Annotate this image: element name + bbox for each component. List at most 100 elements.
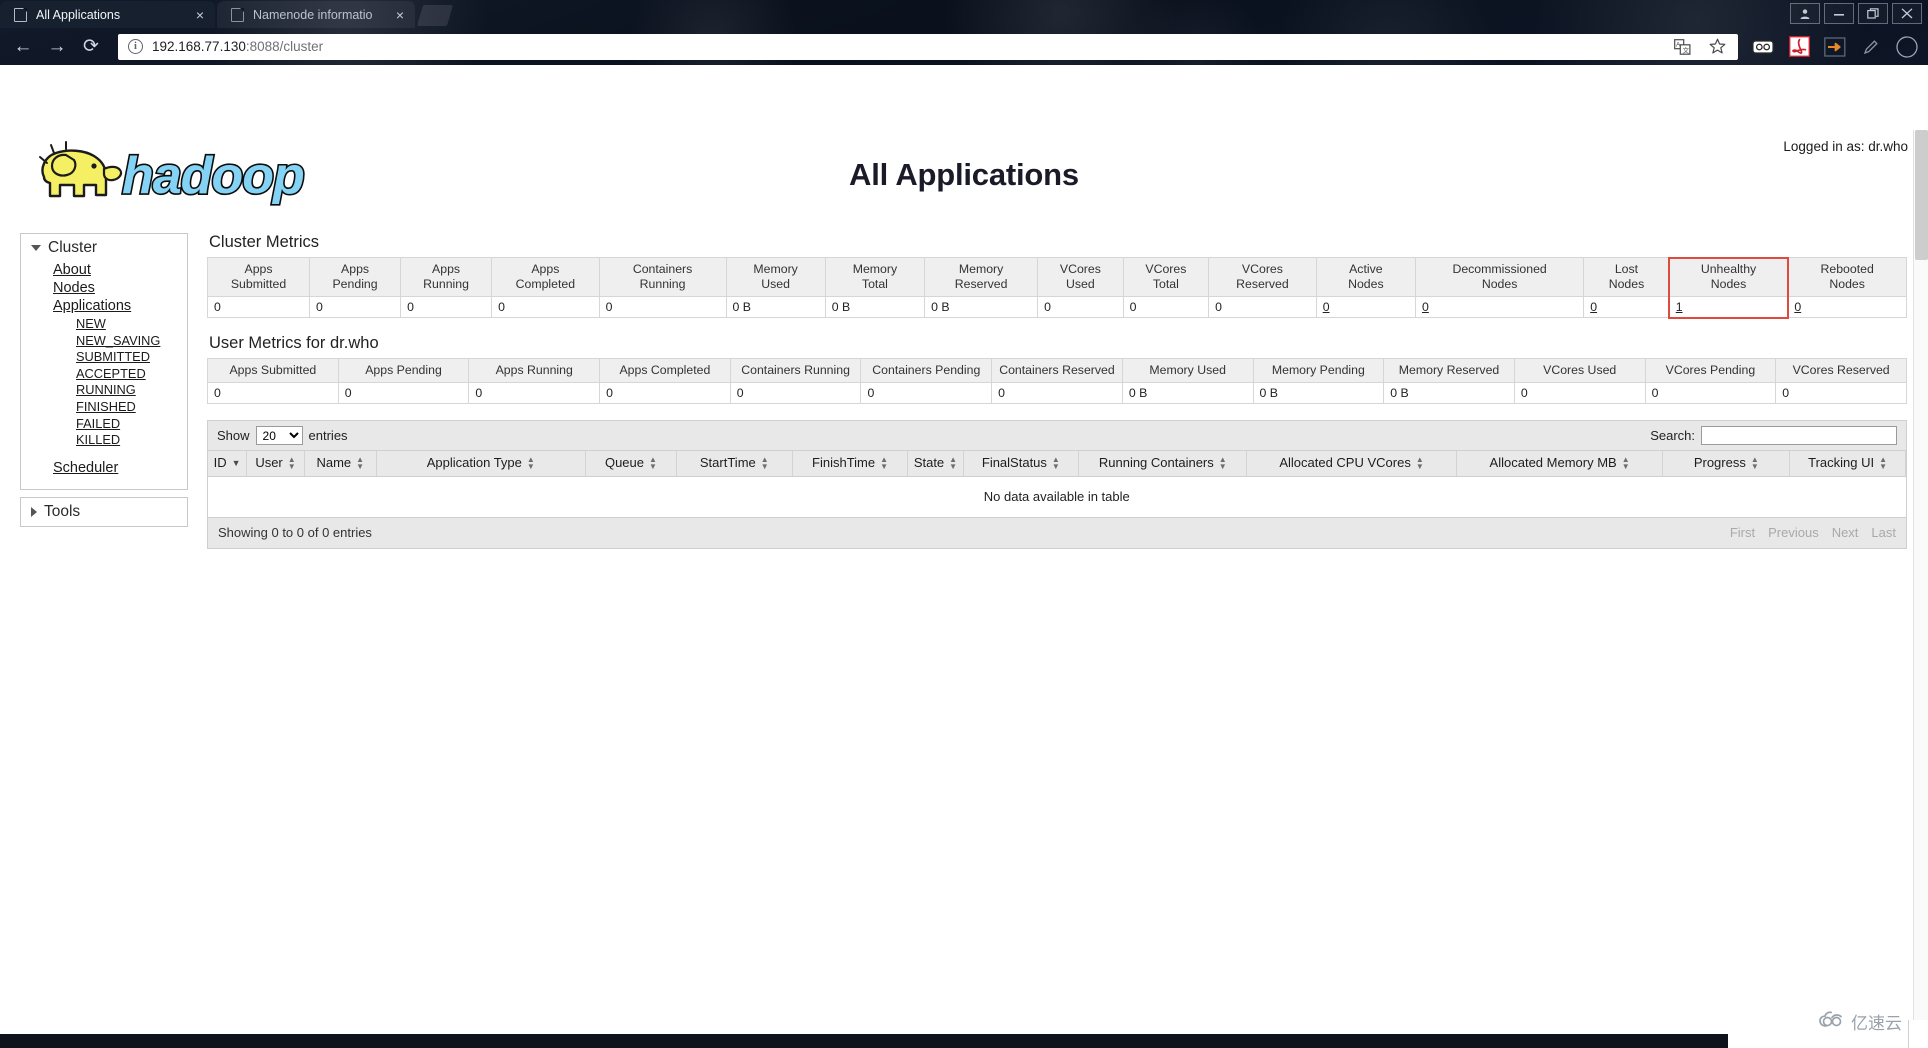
page-scrollbar-thumb[interactable] (1915, 130, 1928, 260)
apps-column-label: Allocated CPU VCores (1279, 455, 1411, 470)
apps-column-header-user[interactable]: User ▲ ▼ (246, 451, 305, 477)
apps-column-header-state[interactable]: State ▲ ▼ (907, 451, 964, 477)
cluster-metric-header-vcores-used: VCores Used (1037, 257, 1124, 297)
sidebar-panel-tools-header[interactable]: Tools (21, 497, 187, 526)
cluster-metric-link[interactable]: 0 (1422, 300, 1429, 314)
pagination-previous[interactable]: Previous (1768, 525, 1819, 540)
apps-column-header-finishtime[interactable]: FinishTime ▲ ▼ (792, 451, 909, 477)
restore-button[interactable] (1858, 3, 1888, 24)
new-tab-button[interactable] (416, 5, 454, 26)
sort-desc-icon: ▼ (231, 458, 241, 469)
user-metric-value-10: 0 (1513, 382, 1646, 404)
search-input[interactable] (1701, 426, 1897, 445)
cluster-metric-value-13[interactable]: 0 (1583, 296, 1670, 318)
user-metric-value-5: 0 (860, 382, 993, 404)
tab-strip: All Applications × Namenode informatio × (0, 0, 1928, 28)
user-metric-value-1: 0 (337, 382, 470, 404)
applications-toolbar: Show 20406080100 entries Search: (208, 421, 1906, 451)
apps-column-header-allocated-cpu-vcores[interactable]: Allocated CPU VCores ▲ ▼ (1246, 451, 1457, 477)
apps-column-header-name[interactable]: Name ▲ ▼ (304, 451, 377, 477)
user-metric-value-2: 0 (468, 382, 601, 404)
show-label: Show (217, 428, 250, 443)
apps-column-header-finalstatus[interactable]: FinalStatus ▲ ▼ (963, 451, 1080, 477)
sort-both-icon: ▲ ▼ (1750, 455, 1759, 472)
cluster-metric-value-15[interactable]: 0 (1787, 296, 1907, 318)
sidebar-item-running[interactable]: RUNNING (21, 382, 136, 399)
apps-column-header-application-type[interactable]: Application Type ▲ ▼ (376, 451, 587, 477)
page-scrollbar[interactable] (1913, 130, 1928, 1048)
cluster-metric-header-apps-submitted: Apps Submitted (206, 257, 311, 297)
profile-icon[interactable] (1790, 3, 1820, 24)
translate-icon[interactable]: A 文 (1671, 36, 1693, 58)
bookmark-star-icon[interactable] (1706, 36, 1728, 58)
pen-extension-icon[interactable] (1860, 36, 1882, 58)
forward-icon[interactable]: → (40, 32, 74, 62)
apps-column-header-tracking-ui[interactable]: Tracking UI ▲ ▼ (1789, 451, 1906, 477)
apps-column-header-queue[interactable]: Queue ▲ ▼ (585, 451, 677, 477)
cluster-metric-header-memory-used: Memory Used (725, 257, 826, 297)
sidebar-item-scheduler[interactable]: Scheduler (21, 460, 118, 478)
pagination-first[interactable]: First (1730, 525, 1755, 540)
search-control: Search: (1650, 426, 1897, 445)
apps-column-label: User (255, 455, 283, 470)
tab-favicon-icon (14, 7, 27, 22)
watermark-text: 亿速云 (1851, 1014, 1902, 1033)
apps-column-label: Name (316, 455, 352, 470)
url-path: :8088/cluster (245, 39, 324, 54)
back-icon[interactable]: ← (6, 32, 40, 62)
reload-icon[interactable]: ⟳ (74, 32, 108, 62)
tab-title: Namenode informatio (253, 7, 373, 22)
user-metric-value-9: 0 B (1383, 382, 1515, 404)
sidebar-item-about[interactable]: About (21, 262, 91, 280)
pagination-last[interactable]: Last (1871, 525, 1896, 540)
search-label: Search: (1650, 428, 1695, 443)
sidebar-item-applications[interactable]: Applications (21, 298, 131, 316)
sidebar-item-failed[interactable]: FAILED (21, 416, 120, 433)
chevron-down-icon (31, 245, 41, 251)
glasses-extension-icon[interactable] (1752, 36, 1774, 58)
cluster-metric-value-12[interactable]: 0 (1414, 296, 1585, 318)
minimize-button[interactable] (1824, 3, 1854, 24)
browser-tab-namenode-information[interactable]: Namenode informatio × (217, 1, 415, 28)
navigation-bar: ← → ⟳ i 192.168.77.130:8088/cluster A 文 (0, 28, 1928, 65)
site-info-icon[interactable]: i (128, 39, 143, 54)
cluster-metric-link[interactable]: 0 (1323, 300, 1330, 314)
apps-column-header-running-containers[interactable]: Running Containers ▲ ▼ (1078, 451, 1248, 477)
user-metric-header-memory-reserved: Memory Reserved (1383, 358, 1515, 383)
extensions-bar (1746, 35, 1928, 58)
sidebar-item-new[interactable]: NEW (21, 316, 106, 333)
download-arrow-icon[interactable] (1824, 36, 1846, 58)
cluster-metric-link[interactable]: 0 (1794, 300, 1801, 314)
tab-close-icon[interactable]: × (391, 6, 409, 24)
sort-both-icon: ▲ ▼ (1621, 455, 1630, 472)
cluster-metric-value-4: 0 (598, 296, 727, 318)
sidebar-item-submitted[interactable]: SUBMITTED (21, 349, 150, 366)
cluster-metric-link[interactable]: 1 (1676, 300, 1683, 314)
apps-column-header-progress[interactable]: Progress ▲ ▼ (1662, 451, 1791, 477)
apps-column-label: Running Containers (1098, 455, 1214, 470)
apps-column-header-allocated-memory-mb[interactable]: Allocated Memory MB ▲ ▼ (1456, 451, 1664, 477)
address-bar[interactable]: i 192.168.77.130:8088/cluster A 文 (118, 33, 1738, 60)
sidebar-item-accepted[interactable]: ACCEPTED (21, 366, 146, 383)
apps-column-header-starttime[interactable]: StartTime ▲ ▼ (676, 451, 793, 477)
entries-select[interactable]: 20406080100 (255, 426, 303, 445)
cluster-metric-header-rebooted-nodes: Rebooted Nodes (1787, 257, 1907, 297)
adobe-acrobat-icon[interactable] (1788, 36, 1810, 58)
browser-tab-all-applications[interactable]: All Applications × (0, 1, 215, 28)
sidebar-item-killed[interactable]: KILLED (21, 432, 120, 449)
profile-avatar[interactable] (1896, 35, 1918, 58)
sidebar-item-finished[interactable]: FINISHED (21, 399, 136, 416)
close-button[interactable] (1892, 3, 1922, 24)
cluster-metric-value-11[interactable]: 0 (1315, 296, 1416, 318)
tab-close-icon[interactable]: × (191, 6, 209, 24)
entries-label: entries (308, 428, 348, 443)
cluster-metric-value-7: 0 B (924, 296, 1039, 318)
sidebar-item-nodes[interactable]: Nodes (21, 280, 95, 298)
cluster-metrics-value-row: 000000 B0 B0 B00000010 (206, 296, 1907, 318)
apps-column-header-id[interactable]: ID ▼ (208, 451, 248, 477)
cluster-metric-link[interactable]: 0 (1590, 300, 1597, 314)
cluster-metric-value-14[interactable]: 1 (1668, 296, 1789, 318)
sidebar-item-new-saving[interactable]: NEW_SAVING (21, 333, 160, 350)
sidebar-panel-cluster-header[interactable]: Cluster (21, 234, 187, 262)
pagination-next[interactable]: Next (1832, 525, 1859, 540)
